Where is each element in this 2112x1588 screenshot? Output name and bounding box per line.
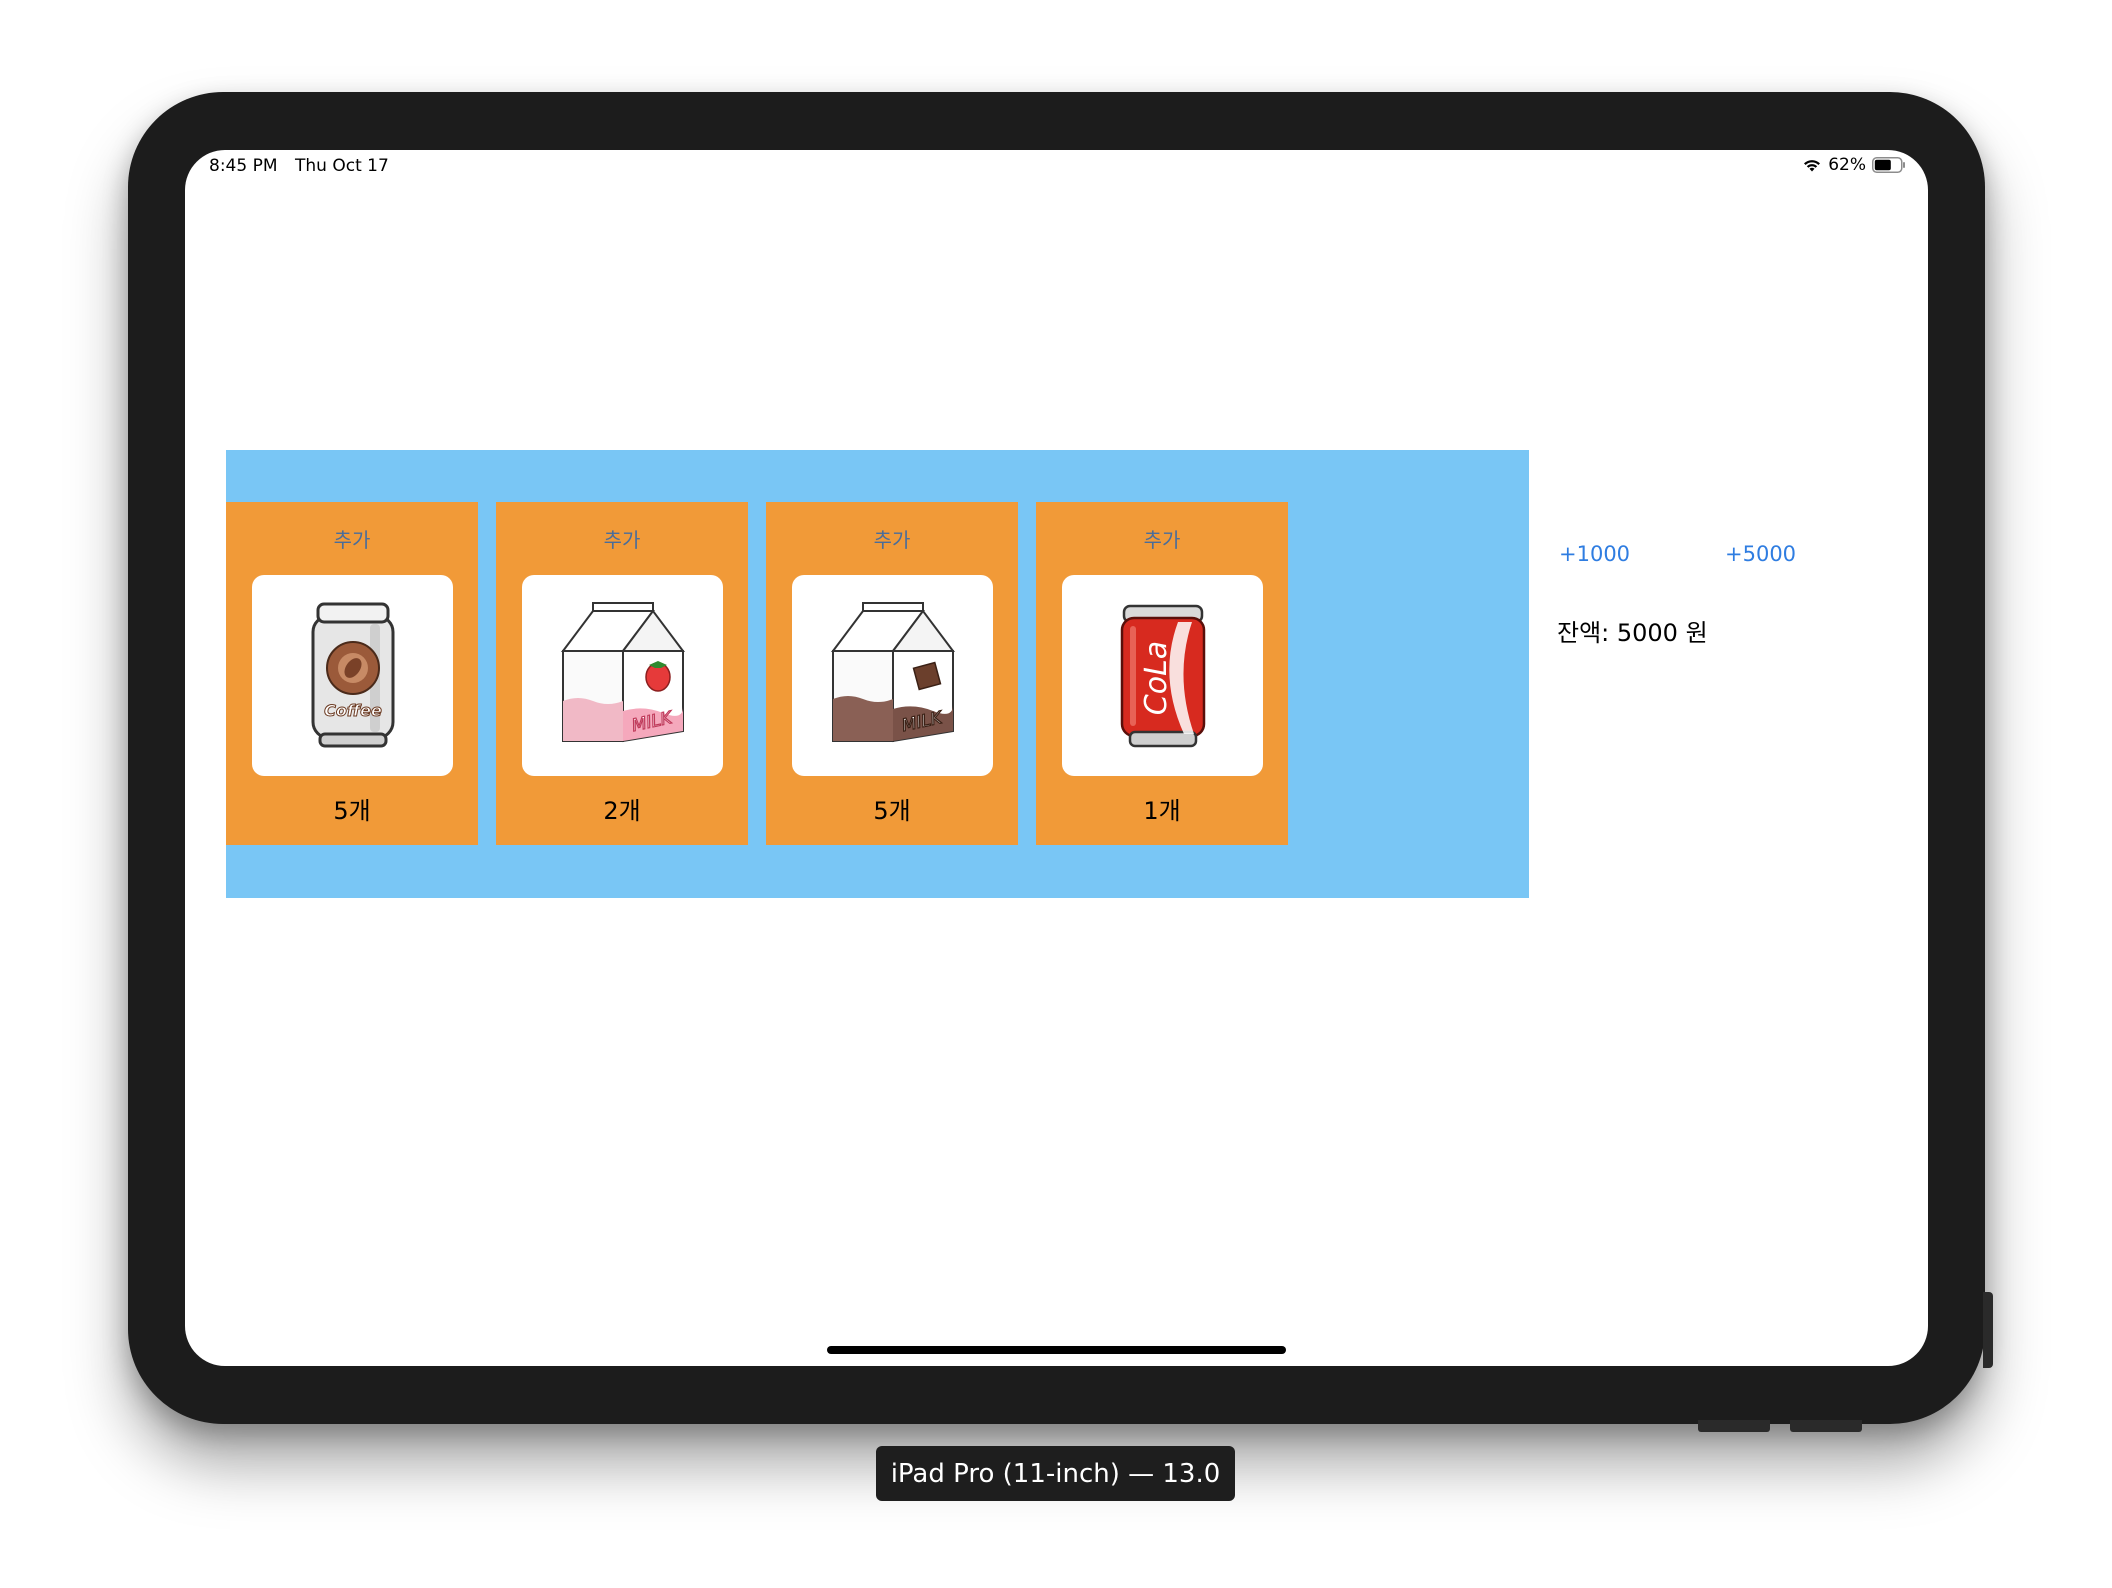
product-card-chocolate-milk: 추가 MILK 5개 (766, 502, 1018, 845)
add-cola-button[interactable]: 추가 (1036, 524, 1288, 553)
chocolate-milk-count: 5개 (873, 797, 911, 825)
coffee-can-icon[interactable]: Coffee (252, 575, 453, 776)
svg-text:CoLa: CoLa (1139, 640, 1174, 714)
strawberry-milk-count: 2개 (603, 797, 641, 825)
strawberry-milk-icon[interactable]: MILK (522, 575, 723, 776)
battery-percent: 62% (1828, 155, 1866, 175)
svg-text:Coffee: Coffee (324, 701, 382, 720)
cola-count: 1개 (1143, 797, 1181, 825)
cola-can-icon[interactable]: CoLa (1062, 575, 1263, 776)
status-date: Thu Oct 17 (295, 156, 389, 176)
product-card-coffee: 추가 Coffee 5개 (226, 502, 478, 845)
status-indicators: 62% (1802, 155, 1906, 175)
product-card-strawberry-milk: 추가 MILK 2개 (496, 502, 748, 845)
volume-up-button (1698, 1420, 1770, 1432)
power-button (1983, 1292, 1993, 1368)
add-1000-button[interactable]: +1000 (1559, 542, 1630, 566)
product-card-cola: 추가 CoLa 1개 (1036, 502, 1288, 845)
chocolate-milk-icon[interactable]: MILK (792, 575, 993, 776)
status-time: 8:45 PM (209, 156, 278, 176)
vending-panel: 추가 Coffee 5개 추가 MILK 2개 추가 MILK 5개 추가 Co… (226, 450, 1529, 898)
simulator-window: 8:45 PM Thu Oct 17 62% 추가 Coffee 5개 추가 M… (0, 0, 2112, 1588)
add-strawberry-milk-button[interactable]: 추가 (496, 524, 748, 553)
add-5000-button[interactable]: +5000 (1725, 542, 1796, 566)
volume-down-button (1790, 1420, 1862, 1432)
battery-icon (1872, 157, 1905, 173)
home-indicator[interactable] (827, 1346, 1286, 1354)
ipad-screen: 8:45 PM Thu Oct 17 62% 추가 Coffee 5개 추가 M… (185, 150, 1928, 1366)
simulator-device-label: iPad Pro (11-inch) — 13.0 (876, 1446, 1235, 1501)
add-chocolate-milk-button[interactable]: 추가 (766, 524, 1018, 553)
balance-label: 잔액: 5000 원 (1557, 619, 1708, 647)
add-coffee-button[interactable]: 추가 (226, 524, 478, 553)
coffee-count: 5개 (333, 797, 371, 825)
wifi-icon (1804, 159, 1821, 171)
status-bar: 8:45 PM Thu Oct 17 62% (185, 150, 1928, 184)
